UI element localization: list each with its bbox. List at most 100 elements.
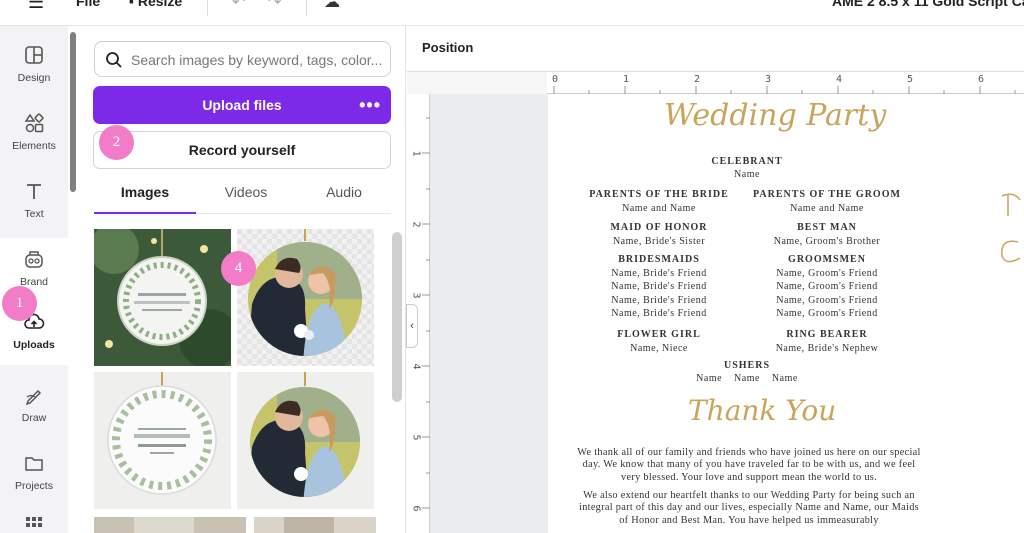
pen-icon — [25, 389, 42, 406]
thank-you-title: Thank You — [688, 394, 837, 427]
ruler-label: 4 — [410, 363, 422, 370]
groomsman-name: Name, Groom's Friend — [776, 281, 878, 293]
groomsman-name: Name, Groom's Friend — [776, 294, 878, 306]
hamburger-icon[interactable]: ☰ — [28, 0, 44, 13]
thanks-paragraph: We thank all of our family and friends w… — [577, 447, 921, 483]
ruler-ticks — [553, 86, 1016, 94]
rail-label: Text — [24, 208, 44, 220]
adjacent-page-script — [994, 186, 1024, 283]
parents-groom-names: Name and Name — [790, 203, 864, 214]
search-input[interactable] — [131, 50, 383, 70]
flowergirl-block: FLOWER GIRL Name, Niece — [564, 328, 754, 355]
ruler-label: 3 — [410, 292, 422, 299]
cloud-save-icon[interactable]: ☁ — [324, 0, 340, 12]
image-thumbnail[interactable] — [237, 229, 374, 366]
groomsmen-heading: GROOMSMEN — [788, 254, 866, 265]
toolbar-divider — [207, 0, 208, 16]
design-page[interactable]: Wedding Party CELEBRANT Name PARENTS OF … — [548, 94, 1024, 533]
record-yourself-button[interactable]: Record yourself — [93, 131, 391, 169]
image-thumbnail[interactable] — [94, 517, 246, 533]
more-options-icon[interactable]: ••• — [359, 86, 381, 124]
ruler-label: 4 — [836, 74, 843, 85]
toolbar-divider — [306, 0, 307, 16]
panel-scrollbar[interactable] — [70, 32, 76, 192]
undo-icon[interactable]: ↶ — [232, 0, 245, 12]
bridesmaids-block: BRIDESMAIDS Name, Bride's Friend Name, B… — [564, 253, 754, 320]
tab-images[interactable]: Images — [95, 184, 195, 200]
ringbearer-heading: RING BEARER — [786, 329, 868, 340]
groomsman-name: Name, Groom's Friend — [776, 268, 878, 279]
wedding-party-title: Wedding Party — [664, 98, 887, 133]
search-box[interactable] — [94, 41, 391, 77]
ruler-label: 2 — [694, 74, 701, 85]
ushers-heading: USHERS — [723, 360, 770, 371]
celebrant-name: Name — [734, 169, 760, 180]
bridesmaid-name: Name, Bride's Friend — [611, 268, 707, 279]
document-title[interactable]: AME 2 8.5 x 11 Gold Script Ca — [832, 0, 1024, 9]
rail-label: Design — [17, 72, 51, 84]
maid-name: Name, Bride's Sister — [612, 236, 706, 247]
step-marker: 4 — [221, 251, 256, 286]
grid-scrollbar[interactable] — [392, 232, 402, 402]
ringbearer-block: RING BEARER Name, Bride's Nephew — [732, 328, 922, 355]
text-icon — [27, 184, 41, 199]
bestman-block: BEST MAN Name, Groom's Brother — [732, 221, 922, 248]
resize-menu[interactable]: ▪ Resize — [129, 0, 182, 9]
redo-icon[interactable]: ↷ — [268, 0, 281, 12]
top-toolbar: ☰ File ▪ Resize ↶ ↷ ☁ AME 2 8.5 x 11 Gol… — [0, 0, 1024, 26]
step-marker: 2 — [99, 125, 134, 160]
context-toolbar: Position — [407, 26, 1024, 72]
brand-icon — [25, 251, 43, 268]
image-thumbnail[interactable] — [237, 372, 374, 509]
rail-item-design[interactable]: Design — [0, 34, 68, 98]
bridesmaid-name: Name, Bride's Friend — [611, 281, 707, 293]
image-thumbnail[interactable] — [94, 372, 231, 509]
rail-label: Uploads — [13, 339, 55, 351]
position-button[interactable]: Position — [422, 40, 473, 55]
resize-label: Resize — [137, 0, 183, 9]
ushers-block: USHERS Name Name Name — [548, 360, 946, 384]
apps-grid-icon — [26, 517, 42, 527]
parents-bride-names: Name and Name — [622, 203, 696, 214]
ruler-label: 1 — [623, 74, 630, 85]
parents-groom-block: PARENTS OF THE GROOM Name and Name — [732, 188, 922, 215]
groomsman-name: Name, Groom's Friend — [776, 307, 878, 319]
image-thumbnail[interactable] — [254, 517, 376, 533]
ringbearer-name: Name, Bride's Nephew — [775, 343, 879, 354]
active-tab-indicator — [94, 212, 196, 214]
flowergirl-heading: FLOWER GIRL — [617, 329, 701, 340]
ruler-label: 3 — [765, 74, 772, 85]
tab-videos[interactable]: Videos — [196, 184, 296, 200]
rail-item-draw[interactable]: Draw — [0, 374, 68, 438]
groomsmen-block: GROOMSMEN Name, Groom's Friend Name, Gro… — [732, 253, 922, 320]
rail-item-apps[interactable] — [0, 514, 68, 533]
bestman-name: Name, Groom's Brother — [773, 236, 881, 247]
rail-label: Draw — [21, 412, 47, 424]
parents-bride-heading: PARENTS OF THE BRIDE — [589, 189, 729, 200]
rail-item-text[interactable]: Text — [0, 170, 68, 234]
thanks-paragraph: We also extend our heartfelt thanks to o… — [579, 490, 919, 526]
bridesmaid-name: Name, Bride's Friend — [611, 294, 707, 306]
file-menu[interactable]: File — [76, 0, 100, 9]
ruler-label: 1 — [410, 150, 422, 157]
ruler-label: 6 — [410, 505, 422, 512]
layout-icon — [25, 46, 43, 64]
rail-item-elements[interactable]: Elements — [0, 102, 68, 166]
step-marker: 1 — [2, 286, 37, 321]
upload-files-button[interactable]: Upload files ••• — [93, 86, 391, 124]
celebrant-block: CELEBRANT Name — [548, 156, 946, 180]
bridesmaid-name: Name, Bride's Friend — [611, 307, 707, 319]
image-thumbnail[interactable] — [94, 229, 231, 366]
rail-item-projects[interactable]: Projects — [0, 442, 68, 506]
flowergirl-name: Name, Niece — [630, 343, 688, 354]
bestman-heading: BEST MAN — [797, 222, 857, 233]
ruler-label: 0 — [552, 74, 559, 85]
ruler-label: 6 — [978, 74, 985, 85]
upload-files-label: Upload files — [202, 97, 282, 113]
tab-audio[interactable]: Audio — [294, 184, 394, 200]
ruler-label: 2 — [410, 221, 422, 228]
celebrant-heading: CELEBRANT — [711, 156, 783, 167]
collapse-panel-button[interactable]: ‹ — [406, 304, 418, 348]
ruler-corner — [407, 72, 547, 94]
parents-groom-heading: PARENTS OF THE GROOM — [753, 189, 901, 200]
